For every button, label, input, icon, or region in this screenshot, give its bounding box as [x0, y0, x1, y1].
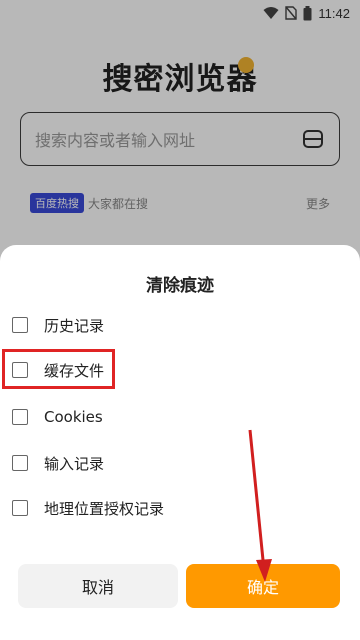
option-history[interactable]: 历史记录: [12, 313, 104, 337]
option-label: 历史记录: [44, 316, 105, 335]
confirm-button[interactable]: 确定: [186, 564, 340, 608]
checkbox[interactable]: [12, 500, 28, 516]
annotation-highlight-box: [2, 349, 115, 389]
option-label: 地理位置授权记录: [44, 499, 165, 518]
checkbox[interactable]: [12, 409, 28, 425]
cancel-button[interactable]: 取消: [18, 564, 178, 608]
option-label: Cookies: [44, 408, 103, 426]
checkbox[interactable]: [12, 455, 28, 471]
option-input-history[interactable]: 输入记录: [12, 451, 104, 475]
option-label: 输入记录: [44, 454, 105, 473]
dialog-title: 清除痕迹: [146, 276, 214, 296]
option-location-permissions[interactable]: 地理位置授权记录: [12, 496, 164, 520]
checkbox[interactable]: [12, 317, 28, 333]
option-cookies[interactable]: Cookies: [12, 405, 103, 429]
clear-traces-dialog: 清除痕迹 历史记录 缓存文件 Cookies 输入记录 地理位置授权记录 取消 …: [0, 245, 360, 640]
